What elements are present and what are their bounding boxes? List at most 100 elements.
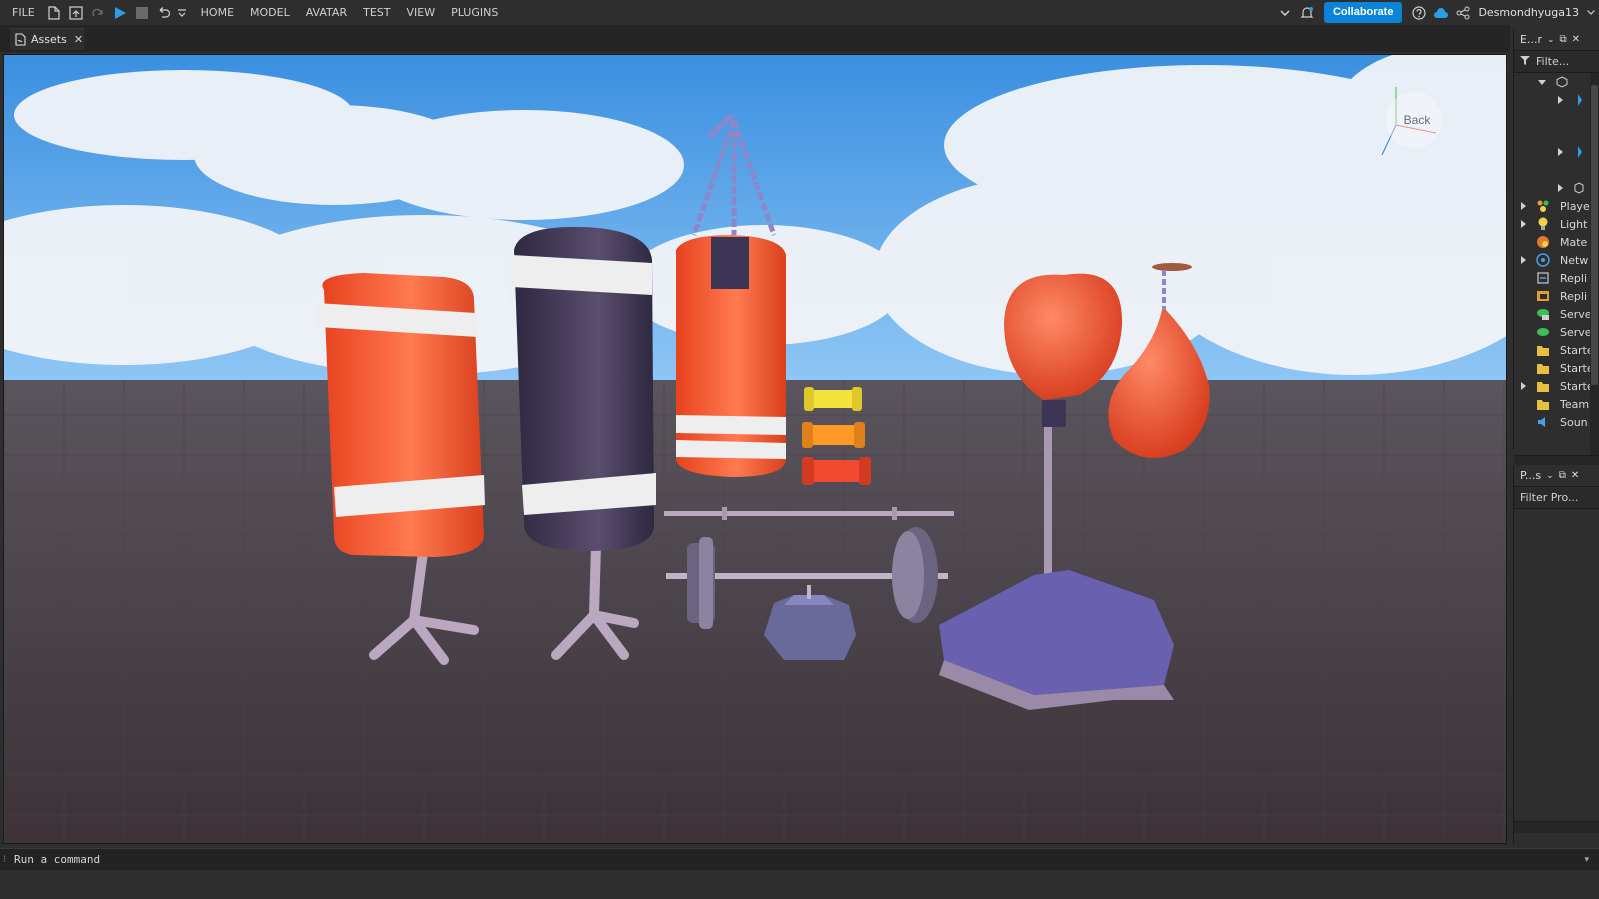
- top-menu-bar: FILE HOME MODEL AVATAR TEST VIEW PLUGINS…: [0, 0, 1599, 25]
- tree-label: Serve: [1560, 325, 1592, 339]
- tree-label: Mate: [1560, 235, 1588, 249]
- collaborate-button[interactable]: Collaborate: [1323, 2, 1403, 23]
- share-icon[interactable]: [1452, 0, 1474, 25]
- properties-titlebar: P...s ⌄ ⧉ ✕: [1514, 465, 1599, 487]
- explorer-filter-placeholder: Filte...: [1536, 55, 1570, 68]
- collapse-arrow-icon[interactable]: [1521, 256, 1526, 264]
- tree-row-replicated-storage[interactable]: Repli: [1514, 287, 1594, 305]
- filter-icon: [1520, 55, 1530, 68]
- undock-icon[interactable]: ⧉: [1560, 34, 1567, 45]
- tree-label: Repli: [1560, 271, 1588, 285]
- user-menu-chevron-icon[interactable]: [1583, 0, 1599, 25]
- tree-row-starter-pack[interactable]: Starte: [1514, 359, 1594, 377]
- scrollbar-thumb[interactable]: [1591, 85, 1598, 385]
- folder-icon: [1537, 400, 1549, 410]
- tree-label: Starte: [1560, 361, 1594, 375]
- explorer-vertical-scrollbar[interactable]: [1590, 73, 1599, 455]
- command-history-chevron-icon[interactable]: ▾: [1584, 855, 1589, 865]
- cloud-icon[interactable]: [1430, 0, 1452, 25]
- material-service-icon: [1537, 236, 1549, 248]
- explorer-title: E...r: [1520, 33, 1542, 46]
- collapse-arrow-icon[interactable]: [1558, 148, 1563, 156]
- tree-row-child-3[interactable]: [1514, 179, 1594, 197]
- tree-row-starter-player[interactable]: Starte: [1514, 377, 1594, 395]
- command-bar-grip-icon: ⁝: [3, 854, 7, 865]
- tab-plugins[interactable]: PLUGINS: [443, 0, 506, 25]
- properties-filter-placeholder: Filter Pro...: [1520, 491, 1579, 504]
- explorer-titlebar: E...r ⌄ ⧉ ✕: [1514, 29, 1599, 51]
- tree-row-child-2[interactable]: [1514, 143, 1594, 161]
- properties-filter-input[interactable]: Filter Pro...: [1514, 487, 1599, 509]
- collapse-arrow-icon[interactable]: [1521, 202, 1526, 210]
- close-panel-icon[interactable]: ✕: [1571, 470, 1579, 481]
- part-icon: [1578, 94, 1582, 106]
- tree-row-sound-service[interactable]: Soun: [1514, 413, 1594, 431]
- chevron-down-icon[interactable]: [1274, 0, 1296, 25]
- help-icon[interactable]: [1408, 0, 1430, 25]
- tree-label: Starte: [1560, 379, 1594, 393]
- tab-assets-label: Assets: [31, 33, 67, 46]
- tree-row-network-client[interactable]: Netw: [1514, 251, 1594, 269]
- collapse-arrow-icon[interactable]: [1558, 96, 1563, 104]
- explorer-filter-input[interactable]: Filte...: [1514, 51, 1599, 73]
- tree-row-server-storage[interactable]: Serve: [1514, 323, 1594, 341]
- panel-dropdown-chevron-icon[interactable]: ⌄: [1546, 471, 1554, 481]
- tree-label: Soun: [1560, 415, 1588, 429]
- explorer-panel: E...r ⌄ ⧉ ✕ Filte... Playe Light Mate Ne…: [1513, 29, 1599, 467]
- model-icon: [1574, 182, 1584, 194]
- menubar-right-group: Collaborate Desmondhyuga13: [1274, 0, 1599, 25]
- undock-icon[interactable]: ⧉: [1559, 470, 1566, 481]
- stop-icon[interactable]: [131, 0, 153, 25]
- explorer-tree[interactable]: Playe Light Mate Netw Repli Repli Serve: [1514, 73, 1599, 455]
- tree-row-replicated-first[interactable]: Repli: [1514, 269, 1594, 287]
- tree-row-workspace-model[interactable]: [1514, 73, 1594, 91]
- collapse-arrow-icon[interactable]: [1521, 220, 1526, 228]
- collapse-arrow-icon[interactable]: [1521, 382, 1526, 390]
- tab-assets[interactable]: Assets ✕: [10, 28, 84, 50]
- properties-panel: P...s ⌄ ⧉ ✕ Filter Pro...: [1513, 465, 1599, 845]
- tree-row-child-1[interactable]: [1514, 91, 1594, 109]
- tab-model[interactable]: MODEL: [242, 0, 298, 25]
- players-service-icon: [1537, 200, 1549, 212]
- publish-icon[interactable]: [65, 0, 87, 25]
- part-icon: [1578, 146, 1582, 158]
- replicated-storage-icon: [1537, 291, 1549, 301]
- file-menu[interactable]: FILE: [0, 0, 43, 25]
- tab-avatar[interactable]: AVATAR: [298, 0, 355, 25]
- properties-title: P...s: [1520, 469, 1542, 482]
- command-bar[interactable]: ⁝ Run a command ▾: [0, 848, 1599, 870]
- document-tab-bar: Assets ✕: [0, 25, 1510, 52]
- username-label[interactable]: Desmondhyuga13: [1474, 6, 1583, 19]
- tree-label: Serve: [1560, 307, 1592, 321]
- command-input[interactable]: Run a command: [0, 853, 100, 866]
- 3d-viewport[interactable]: Back: [3, 54, 1507, 844]
- tree-row-lighting[interactable]: Light: [1514, 215, 1594, 233]
- tree-row-material-service[interactable]: Mate: [1514, 233, 1594, 251]
- panel-dropdown-chevron-icon[interactable]: ⌄: [1547, 35, 1555, 45]
- view-cube-face-label: Back: [1404, 113, 1432, 127]
- redo-icon[interactable]: [87, 0, 109, 25]
- tree-row-server-script-service[interactable]: Serve: [1514, 305, 1594, 323]
- undo-icon[interactable]: [153, 0, 175, 25]
- collapse-arrow-icon[interactable]: [1558, 184, 1563, 192]
- tree-label: Repli: [1560, 289, 1588, 303]
- tab-test[interactable]: TEST: [355, 0, 398, 25]
- new-file-icon[interactable]: [43, 0, 65, 25]
- tree-row-players[interactable]: Playe: [1514, 197, 1594, 215]
- dumbbells-rack[interactable]: [802, 387, 871, 485]
- properties-horizontal-scrollbar[interactable]: [1514, 821, 1599, 833]
- server-storage-icon: [1537, 328, 1549, 336]
- close-icon[interactable]: ✕: [74, 33, 83, 46]
- properties-list: [1514, 509, 1599, 821]
- notification-bell-icon[interactable]: [1296, 0, 1318, 25]
- tab-view[interactable]: VIEW: [398, 0, 443, 25]
- tree-row-teams[interactable]: Team: [1514, 395, 1594, 413]
- close-panel-icon[interactable]: ✕: [1572, 34, 1580, 45]
- tab-home[interactable]: HOME: [189, 0, 242, 25]
- tree-row-starter-gui[interactable]: Starte: [1514, 341, 1594, 359]
- quick-access-dropdown-icon[interactable]: [175, 0, 189, 25]
- folder-icon: [1537, 346, 1549, 356]
- replicated-first-icon: [1537, 272, 1549, 284]
- expand-arrow-icon[interactable]: [1538, 79, 1546, 85]
- play-icon[interactable]: [109, 0, 131, 25]
